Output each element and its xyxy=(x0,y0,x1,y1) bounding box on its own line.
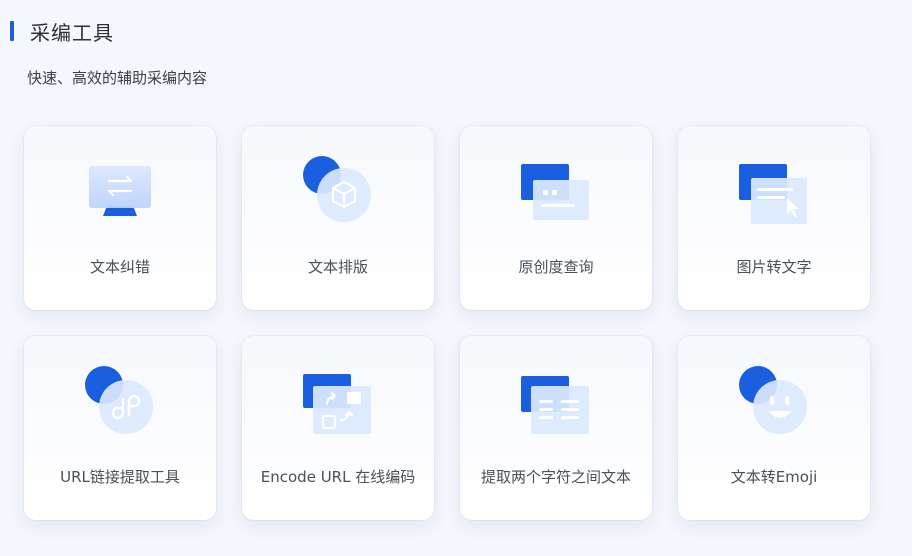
section-header: 采编工具 xyxy=(10,18,114,45)
link-icon xyxy=(85,366,153,434)
tool-card-label: 提取两个字符之间文本 xyxy=(480,468,631,486)
image-to-text-icon xyxy=(739,164,807,224)
page-subtitle: 快速、高效的辅助采编内容 xyxy=(27,69,208,87)
tool-grid: 文本纠错 文本排版 原创度查询 图片转文字 URL链接提取工具 Encode U… xyxy=(24,126,870,520)
tool-card-label: 图片转文字 xyxy=(736,258,812,276)
window-search-icon xyxy=(521,164,589,220)
emoji-icon xyxy=(739,366,807,434)
tool-card-text-correction[interactable]: 文本纠错 xyxy=(24,126,216,310)
tool-card-text-layout[interactable]: 文本排版 xyxy=(242,126,434,310)
tool-card-url-extract[interactable]: URL链接提取工具 xyxy=(24,336,216,520)
tool-card-text-to-emoji[interactable]: 文本转Emoji xyxy=(678,336,870,520)
title-accent-bar xyxy=(10,21,14,41)
cube-layout-icon xyxy=(303,156,371,222)
tool-card-label: 文本转Emoji xyxy=(730,468,818,486)
tool-card-image-to-text[interactable]: 图片转文字 xyxy=(678,126,870,310)
page-title: 采编工具 xyxy=(30,20,114,45)
tool-card-label: 原创度查询 xyxy=(518,258,594,276)
tool-card-encode-url[interactable]: Encode URL 在线编码 xyxy=(242,336,434,520)
tool-card-originality-check[interactable]: 原创度查询 xyxy=(460,126,652,310)
tool-card-label: Encode URL 在线编码 xyxy=(260,468,416,486)
monitor-swap-icon xyxy=(89,166,151,216)
text-extract-icon xyxy=(521,376,589,434)
tool-card-label: 文本纠错 xyxy=(89,258,150,276)
tool-card-label: 文本排版 xyxy=(307,258,368,276)
tool-card-label: URL链接提取工具 xyxy=(60,468,180,486)
encode-url-icon xyxy=(303,374,371,434)
tool-card-text-between-chars[interactable]: 提取两个字符之间文本 xyxy=(460,336,652,520)
